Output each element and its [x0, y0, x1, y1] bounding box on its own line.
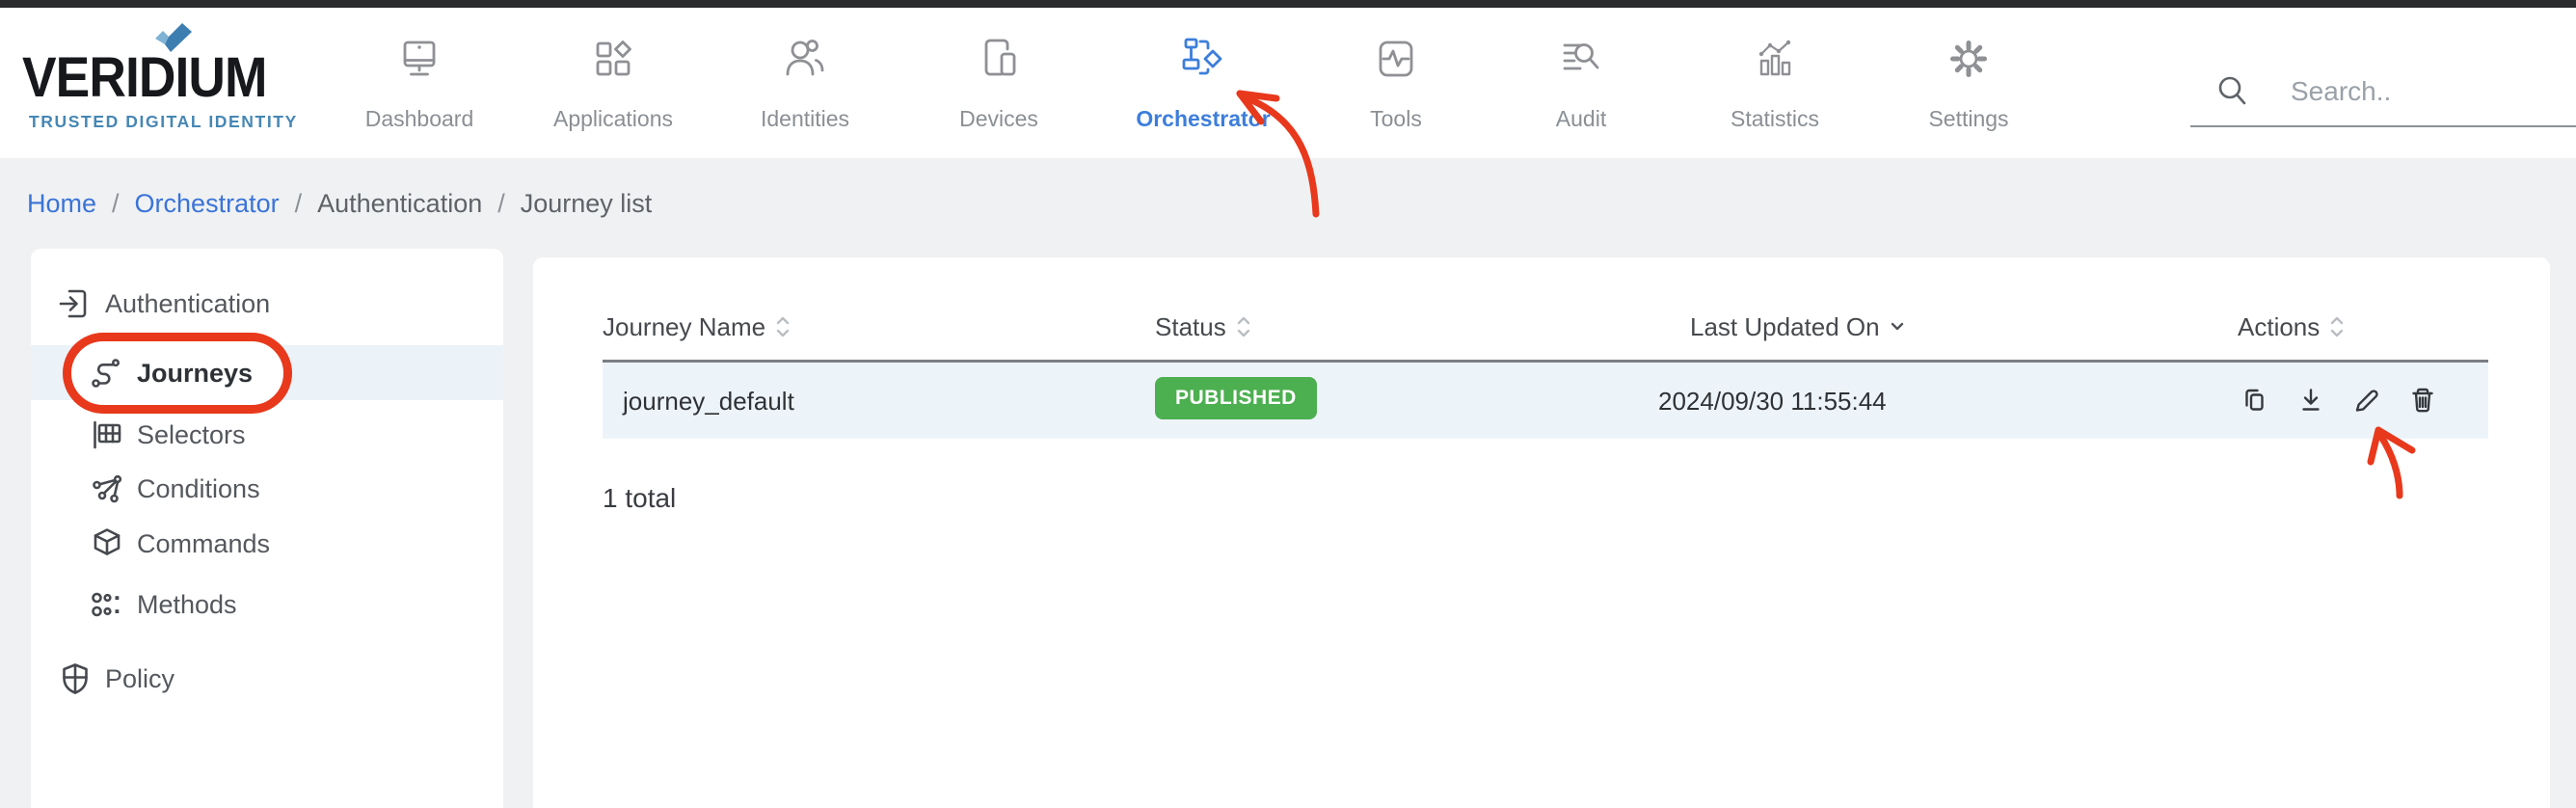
sidebar-item-label: Conditions: [137, 474, 260, 504]
breadcrumb-separator: /: [112, 189, 120, 219]
nav-item-orchestrator[interactable]: Orchestrator: [1112, 31, 1295, 158]
nav-label: Statistics: [1731, 106, 1819, 132]
sidebar-item-label: Policy: [105, 664, 174, 694]
nav-item-applications[interactable]: Applications: [522, 31, 705, 158]
status-badge: PUBLISHED: [1155, 377, 1317, 419]
column-header-journey-name[interactable]: Journey Name: [603, 311, 791, 342]
nav-item-dashboard[interactable]: Dashboard: [328, 31, 511, 158]
journey-list-panel: Journey Name Status Last Updated On Acti…: [533, 257, 2550, 808]
nav-item-settings[interactable]: Settings: [1877, 31, 2060, 158]
breadcrumb-journey-list: Journey list: [521, 189, 653, 219]
sidebar-item-selectors[interactable]: Selectors: [31, 416, 503, 454]
window-top-strip: [0, 0, 2576, 8]
settings-gear-icon: [1945, 31, 1992, 87]
sort-icon[interactable]: [2329, 312, 2345, 341]
login-icon: [58, 286, 93, 321]
breadcrumb: Home / Orchestrator / Authentication / J…: [27, 187, 652, 220]
identities-user-icon: [782, 31, 828, 87]
column-header-actions[interactable]: Actions: [2238, 311, 2345, 342]
sidebar-item-journeys[interactable]: Journeys: [31, 354, 503, 392]
tools-activity-icon: [1373, 31, 1419, 87]
column-label: Journey Name: [603, 312, 765, 342]
commands-cube-icon: [90, 526, 124, 561]
logo-checkmark-icon: [153, 23, 194, 58]
conditions-branch-icon: [90, 471, 124, 506]
sidebar-item-label: Authentication: [105, 289, 270, 319]
nav-label: Identities: [761, 106, 849, 132]
dashboard-monitor-icon: [396, 31, 443, 87]
sort-icon[interactable]: [1236, 312, 1251, 341]
policy-shield-icon: [58, 661, 93, 696]
last-updated-cell: 2024/09/30 11:55:44: [1658, 387, 1887, 417]
veridium-logo[interactable]: VERIDIUM TRUSTED DIGITAL IDENTITY: [22, 50, 311, 132]
sidebar-item-label: Journeys: [137, 359, 253, 389]
top-navbar: VERIDIUM TRUSTED DIGITAL IDENTITY Dashbo…: [0, 8, 2576, 158]
journey-name-cell: journey_default: [623, 387, 794, 417]
edit-pencil-icon[interactable]: [2350, 384, 2383, 417]
nav-label: Orchestrator: [1136, 106, 1270, 132]
column-label: Actions: [2238, 312, 2320, 342]
veridium-admin-page: { "brand": { "name": "VERIDIUM", "taglin…: [0, 0, 2576, 808]
global-search: [2190, 58, 2576, 127]
sort-icon[interactable]: [775, 312, 791, 341]
logo-wordmark: VERIDIUM: [22, 50, 288, 106]
statistics-chart-icon: [1752, 31, 1798, 87]
nav-item-audit[interactable]: Audit: [1489, 31, 1673, 158]
column-label: Status: [1155, 312, 1226, 342]
sidebar-item-methods[interactable]: Methods: [31, 585, 503, 624]
devices-tablet-phone-icon: [976, 31, 1022, 87]
search-input[interactable]: [2190, 58, 2576, 125]
sidebar-item-policy[interactable]: Policy: [31, 660, 503, 698]
logo-tagline: TRUSTED DIGITAL IDENTITY: [29, 112, 311, 132]
sidebar-item-authentication[interactable]: Authentication: [31, 284, 503, 323]
nav-label: Tools: [1370, 106, 1422, 132]
selector-table-icon: [90, 417, 124, 452]
sidebar-item-conditions[interactable]: Conditions: [31, 470, 503, 508]
nav-label: Dashboard: [365, 106, 474, 132]
column-header-status[interactable]: Status: [1155, 311, 1251, 342]
breadcrumb-separator: /: [497, 189, 505, 219]
nav-label: Audit: [1556, 106, 1606, 132]
nav-item-statistics[interactable]: Statistics: [1683, 31, 1866, 158]
sidebar-item-commands[interactable]: Commands: [31, 525, 503, 563]
applications-grid-icon: [590, 31, 636, 87]
sidebar-item-label: Selectors: [137, 420, 246, 450]
orchestrator-flowchart-icon: [1180, 31, 1226, 87]
sidebar: Authentication Journeys Selectors: [31, 249, 503, 808]
breadcrumb-home[interactable]: Home: [27, 189, 96, 219]
sidebar-item-label: Methods: [137, 590, 237, 620]
breadcrumb-authentication: Authentication: [317, 189, 482, 219]
audit-log-search-icon: [1558, 31, 1604, 87]
nav-item-tools[interactable]: Tools: [1304, 31, 1488, 158]
delete-trash-icon[interactable]: [2406, 384, 2439, 417]
table-row[interactable]: [603, 363, 2488, 439]
nav-label: Settings: [1928, 106, 2008, 132]
column-header-last-updated[interactable]: Last Updated On: [1690, 311, 1905, 342]
nav-label: Devices: [959, 106, 1038, 132]
nav-item-identities[interactable]: Identities: [713, 31, 897, 158]
sort-down-icon[interactable]: [1890, 319, 1905, 335]
nav-label: Applications: [553, 106, 673, 132]
journey-route-icon: [90, 356, 124, 391]
breadcrumb-separator: /: [295, 189, 303, 219]
total-count: 1 total: [603, 483, 676, 514]
breadcrumb-orchestrator[interactable]: Orchestrator: [135, 189, 280, 219]
methods-dots-icon: [90, 587, 124, 622]
sidebar-item-label: Commands: [137, 529, 270, 559]
copy-icon[interactable]: [2237, 384, 2269, 417]
download-icon[interactable]: [2294, 384, 2327, 417]
nav-item-devices[interactable]: Devices: [907, 31, 1090, 158]
column-label: Last Updated On: [1690, 312, 1880, 342]
